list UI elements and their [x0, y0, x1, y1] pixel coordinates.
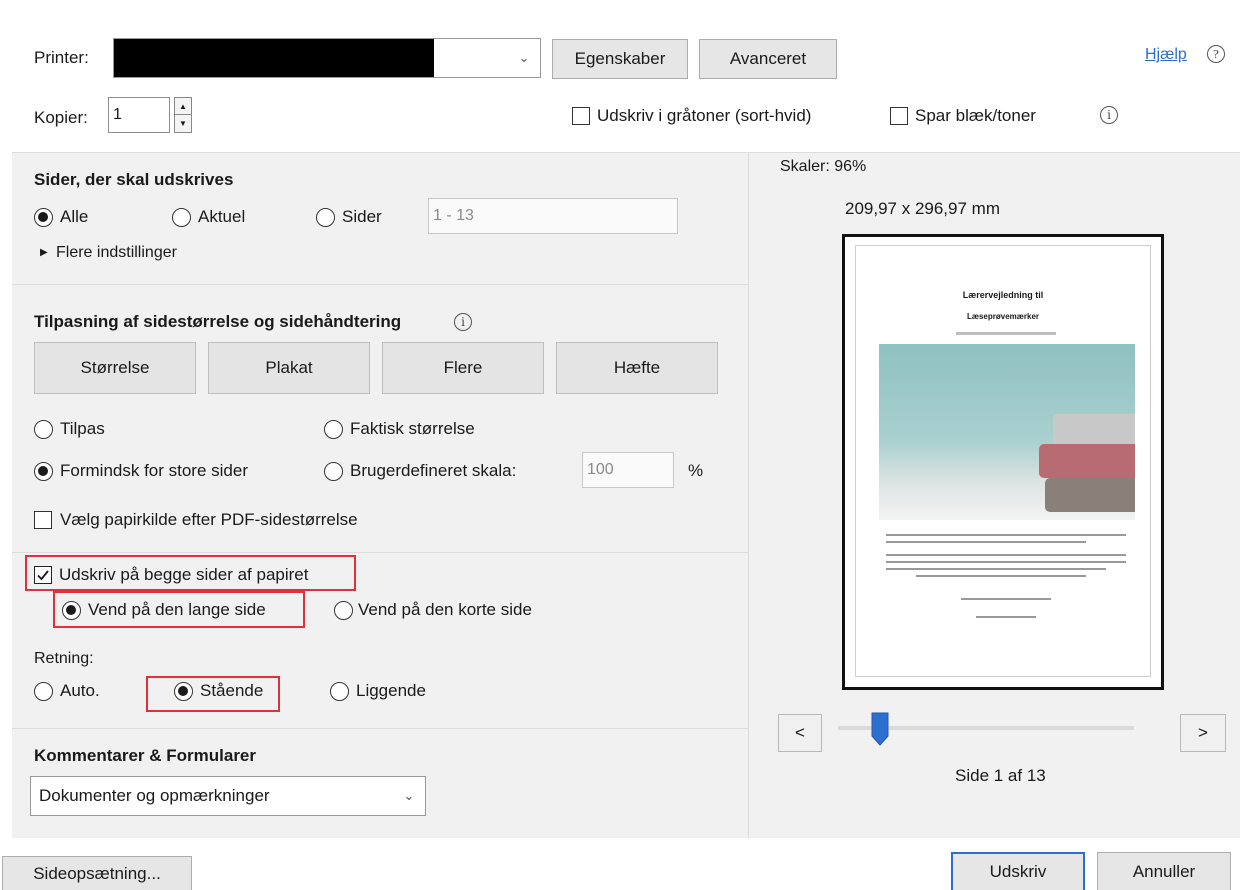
auto-label: Auto. — [60, 681, 100, 700]
page-preview: Lærervejledning til Læseprøvemærker — [842, 234, 1164, 690]
short-edge-radio[interactable] — [334, 601, 353, 620]
chevron-down-icon: ⌄ — [403, 788, 415, 803]
custom-scale-label: Brugerdefineret skala: — [350, 461, 517, 480]
short-edge-label: Vend på den korte side — [358, 600, 532, 619]
scale-label: Skaler: 96% — [780, 158, 867, 175]
preview-text-line — [976, 616, 1036, 618]
preview-byline — [956, 332, 1056, 335]
help-link[interactable]: Hjælp — [1145, 46, 1187, 64]
stepper-down-icon[interactable]: ▼ — [175, 115, 191, 132]
actual-size-radio[interactable] — [324, 420, 343, 439]
grayscale-label: Udskriv i gråtoner (sort-hvid) — [597, 106, 812, 125]
shrink-label: Formindsk for store sider — [60, 461, 248, 480]
page-range-input[interactable]: 1 - 13 — [428, 198, 678, 234]
grayscale-checkbox[interactable] — [572, 107, 590, 125]
page-slider-thumb[interactable] — [871, 712, 889, 746]
shrink-radio[interactable] — [34, 462, 53, 481]
custom-scale-radio[interactable] — [324, 462, 343, 481]
copies-stepper[interactable]: ▲ ▼ — [174, 97, 192, 133]
pages-all-radio[interactable] — [34, 208, 53, 227]
page-setup-button[interactable]: Sideopsætning... — [2, 856, 192, 890]
save-ink-label: Spar blæk/toner — [915, 106, 1036, 125]
copies-input[interactable]: 1 — [108, 97, 170, 133]
advanced-button[interactable]: Avanceret — [699, 39, 837, 79]
actual-size-label: Faktisk størrelse — [350, 419, 475, 438]
preview-page-content: Lærervejledning til Læseprøvemærker — [855, 245, 1151, 677]
preview-doc-title: Lærervejledning til — [962, 290, 1044, 300]
size-button[interactable]: Størrelse — [34, 342, 196, 394]
pages-range-label: Sider — [342, 207, 382, 226]
preview-text-line — [886, 568, 1106, 570]
poster-button[interactable]: Plakat — [208, 342, 370, 394]
next-page-button[interactable]: > — [1180, 714, 1226, 752]
custom-scale-input[interactable]: 100 — [582, 452, 674, 488]
percent-label: % — [688, 461, 704, 480]
pages-heading: Sider, der skal udskrives — [34, 170, 234, 189]
printer-name-redacted — [114, 39, 434, 77]
preview-text-line — [886, 534, 1126, 536]
comments-select[interactable]: Dokumenter og opmærkninger ⌄ — [30, 776, 426, 816]
book-1 — [1053, 414, 1135, 446]
preview-books-image — [879, 344, 1135, 520]
printer-select[interactable]: ⌄ — [113, 38, 541, 78]
chevron-down-icon: ⌄ — [518, 50, 530, 65]
properties-button[interactable]: Egenskaber — [552, 39, 688, 79]
book-2 — [1039, 444, 1135, 478]
dimensions-label: 209,97 x 296,97 mm — [845, 199, 1000, 218]
pages-current-radio[interactable] — [172, 208, 191, 227]
comments-heading: Kommentarer & Formularer — [34, 746, 257, 765]
preview-text-line — [886, 554, 1126, 556]
prev-page-button[interactable]: < — [778, 714, 822, 752]
printer-label: Printer: — [34, 48, 89, 67]
pages-range-radio[interactable] — [316, 208, 335, 227]
landscape-label: Liggende — [356, 681, 426, 700]
preview-text-line — [961, 598, 1051, 600]
book-3 — [1045, 478, 1135, 512]
preview-doc-subtitle: Læseprøvemærker — [966, 312, 1040, 321]
paper-source-label: Vælg papirkilde efter PDF-sidestørrelse — [60, 510, 358, 529]
copies-label: Kopier: — [34, 108, 88, 127]
page-status: Side 1 af 13 — [955, 766, 1046, 785]
fit-label: Tilpas — [60, 419, 105, 438]
pages-all-label: Alle — [60, 207, 89, 226]
paper-source-checkbox[interactable] — [34, 511, 52, 529]
orientation-label: Retning: — [34, 650, 94, 667]
auto-radio[interactable] — [34, 682, 53, 701]
more-settings-toggle[interactable]: Flere indstillinger — [56, 244, 177, 262]
divider — [12, 552, 748, 553]
preview-text-line — [886, 541, 1086, 543]
highlight-box — [25, 555, 356, 591]
preview-text-line — [916, 575, 1086, 577]
comments-select-value: Dokumenter og opmærkninger — [39, 786, 270, 805]
preview-text-line — [886, 561, 1126, 563]
highlight-box — [146, 676, 280, 712]
highlight-box — [53, 591, 305, 628]
triangle-right-icon[interactable]: ▶ — [40, 247, 48, 258]
help-icon[interactable]: ? — [1207, 45, 1225, 63]
booklet-button[interactable]: Hæfte — [556, 342, 718, 394]
info-icon[interactable]: i — [1100, 106, 1118, 124]
slider-thumb-icon — [871, 712, 889, 746]
cancel-button[interactable]: Annuller — [1097, 852, 1231, 890]
pages-current-label: Aktuel — [198, 207, 246, 226]
print-button[interactable]: Udskriv — [951, 852, 1085, 890]
landscape-radio[interactable] — [330, 682, 349, 701]
sizing-heading: Tilpasning af sidestørrelse og sidehåndt… — [34, 312, 402, 331]
stepper-up-icon[interactable]: ▲ — [175, 98, 191, 115]
sizing-info-icon[interactable]: i — [454, 313, 472, 331]
fit-radio[interactable] — [34, 420, 53, 439]
save-ink-checkbox[interactable] — [890, 107, 908, 125]
multiple-button[interactable]: Flere — [382, 342, 544, 394]
